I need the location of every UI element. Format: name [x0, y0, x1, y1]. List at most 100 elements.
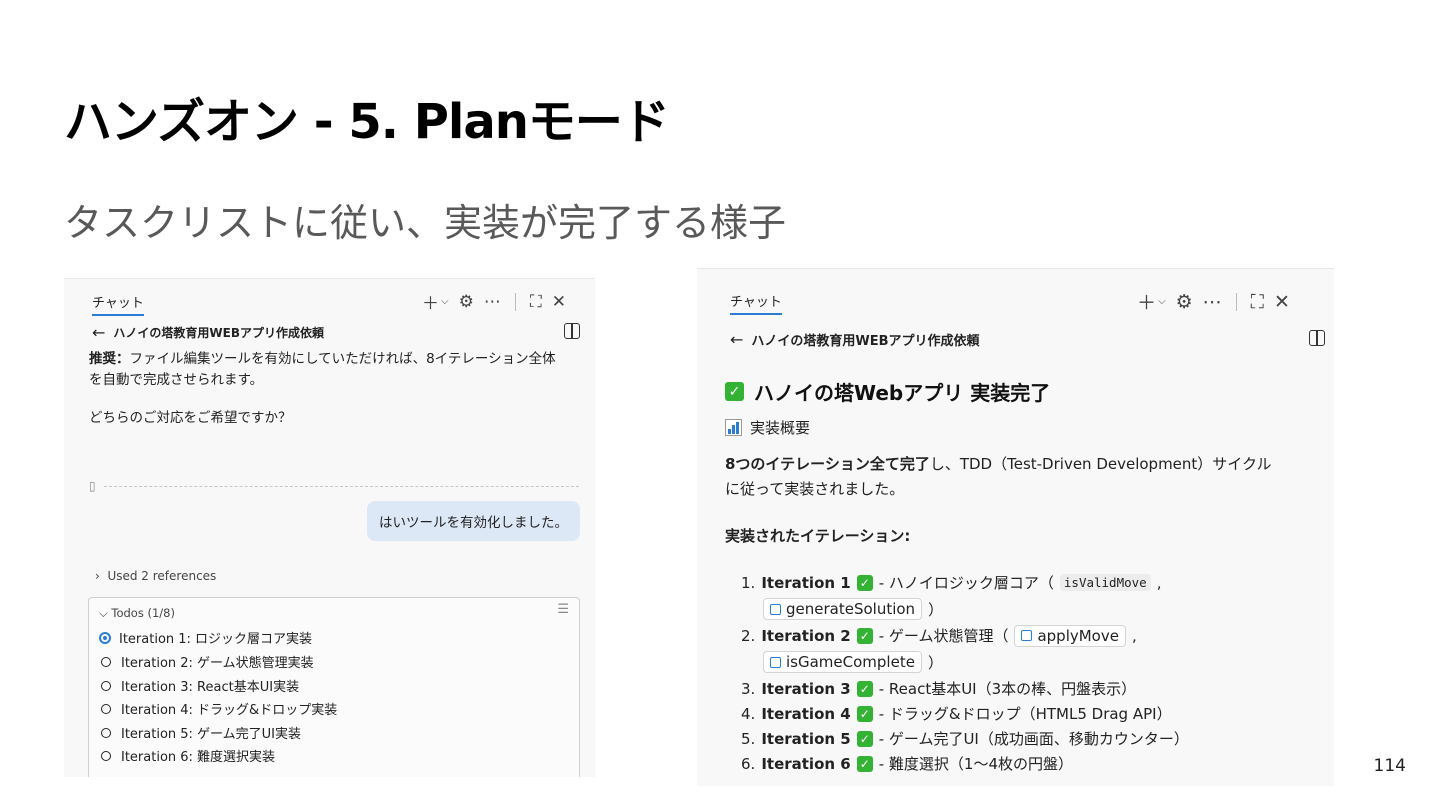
- slide-subtitle: タスクリストに従い、実装が完了する様子: [64, 201, 787, 245]
- summary-rest: し、TDD（Test-Driven Development）サイクル: [929, 455, 1272, 473]
- iteration-punct: ）: [927, 653, 943, 672]
- todo-label: Iteration 3: React基本UI実装: [121, 680, 300, 695]
- tab-chat[interactable]: チャット: [92, 292, 144, 316]
- pending-circle-icon: [101, 703, 111, 714]
- more-icon[interactable]: ⋯: [484, 292, 501, 312]
- summary-line-2: に従って実装されました。: [725, 480, 905, 498]
- breadcrumb: ← ハノイの塔教育用WEBアプリ作成依頼: [92, 323, 324, 342]
- iteration-number: 2.: [741, 626, 756, 645]
- todo-label: Iteration 6: 難度選択実装: [121, 750, 276, 765]
- back-arrow-icon[interactable]: ←: [92, 323, 105, 342]
- collapse-list-icon[interactable]: ☰: [557, 602, 569, 617]
- bar-chart-icon: [725, 419, 742, 436]
- gear-icon[interactable]: ⚙: [459, 292, 474, 312]
- check-mark-icon: ✓: [856, 627, 873, 644]
- dashed-line: [103, 485, 579, 487]
- iteration-name: Iteration 4: [761, 704, 851, 723]
- chat-toolbar: ＋ ⌵ ⚙ ⋯ ⛶ ✕: [1137, 288, 1290, 315]
- question-text: どちらのご対応をご希望ですか？: [89, 410, 292, 426]
- page-number: 114: [1373, 756, 1406, 776]
- symbol-icon: [1021, 630, 1033, 641]
- iteration-punct: ,: [1131, 626, 1137, 645]
- iteration-item: 4. Iteration 4 ✓ - ドラッグ&ドロップ（HTML5 Drag …: [741, 701, 1331, 726]
- more-icon[interactable]: ⋯: [1203, 291, 1222, 313]
- recommend-text: ファイル編集ツールを有効にしていただければ、8イテレーション全体: [129, 351, 556, 367]
- iteration-item: 3. Iteration 3 ✓ - React基本UI（3本の棒、円盤表示）: [741, 676, 1331, 701]
- check-mark-icon: ✓: [856, 680, 873, 697]
- symbol-reference[interactable]: generateSolution: [763, 598, 923, 620]
- symbol-reference[interactable]: isGameComplete: [763, 651, 922, 673]
- symbol-label: applyMove: [1037, 626, 1119, 645]
- todo-label: Iteration 4: ドラッグ&ドロップ実装: [121, 703, 338, 718]
- gear-icon[interactable]: ⚙: [1176, 291, 1193, 313]
- pending-circle-icon: [101, 750, 111, 761]
- close-icon[interactable]: ✕: [1274, 291, 1290, 313]
- close-icon[interactable]: ✕: [552, 292, 566, 312]
- panel-layout-icon[interactable]: [564, 323, 580, 339]
- summary-heading: 実装概要: [725, 417, 810, 438]
- iteration-desc: - 難度選択（1〜4枚の円盤）: [878, 755, 1073, 773]
- todos-header[interactable]: ⌵ Todos (1/8): [99, 606, 175, 621]
- pending-circle-icon: [101, 656, 111, 667]
- chat-toolbar: ＋ ⌵ ⚙ ⋯ ⛶ ✕: [422, 289, 566, 315]
- iteration-number: 1.: [741, 573, 756, 592]
- iteration-desc: - ハノイロジック層コア（: [878, 574, 1054, 592]
- new-chat-icon[interactable]: ＋: [422, 289, 439, 314]
- chevron-right-icon: ›: [95, 569, 100, 583]
- iteration-name: Iteration 1: [761, 573, 851, 592]
- right-chat-panel: チャット ＋ ⌵ ⚙ ⋯ ⛶ ✕ ← ハノイの塔教育用WEBアプリ作成依頼 ✓ ハ…: [697, 268, 1334, 786]
- heading-text: ハノイの塔Webアプリ 実装完了: [754, 381, 1051, 405]
- iterations-section-title: 実装されたイテレーション:: [725, 527, 911, 545]
- iteration-item: 2. Iteration 2 ✓ - ゲーム状態管理（ applyMove,: [741, 623, 1331, 648]
- iteration-name: Iteration 2: [761, 626, 851, 645]
- chevron-down-icon[interactable]: ⌵: [441, 296, 449, 307]
- todo-label: Iteration 1: ロジック層コア実装: [119, 632, 313, 647]
- maximize-icon[interactable]: ⛶: [1251, 291, 1264, 313]
- iteration-continuation: generateSolution ）: [741, 595, 1331, 623]
- todo-label: Iteration 5: ゲーム完了UI実装: [121, 727, 302, 742]
- pending-circle-icon: [101, 727, 111, 738]
- iteration-item: 5. Iteration 5 ✓ - ゲーム完了UI（成功画面、移動カウンター）: [741, 726, 1331, 751]
- bookmark-icon[interactable]: ▯: [89, 479, 96, 493]
- panel-layout-icon[interactable]: [1309, 330, 1325, 346]
- back-arrow-icon[interactable]: ←: [730, 330, 743, 349]
- tab-chat[interactable]: チャット: [730, 291, 782, 315]
- maximize-icon[interactable]: ⛶: [530, 292, 542, 312]
- iteration-desc: - ドラッグ&ドロップ（HTML5 Drag API）: [878, 705, 1172, 723]
- in-progress-radio-icon: [99, 631, 111, 644]
- todo-item: Iteration 6: 難度選択実装: [99, 746, 275, 765]
- todo-label: Iteration 2: ゲーム状態管理実装: [121, 656, 314, 671]
- check-mark-icon: ✓: [856, 705, 873, 722]
- iteration-name: Iteration 3: [761, 679, 851, 698]
- iteration-name: Iteration 5: [761, 729, 851, 748]
- toolbar-divider: [514, 292, 516, 311]
- symbol-reference[interactable]: applyMove: [1014, 624, 1126, 647]
- used-references[interactable]: › Used 2 references: [95, 569, 216, 583]
- iteration-punct: ）: [928, 600, 944, 619]
- todos-box: ⌵ Todos (1/8) ☰ Iteration 1: ロジック層コア実装 I…: [88, 597, 580, 777]
- iteration-desc: - React基本UI（3本の棒、円盤表示）: [878, 680, 1137, 698]
- todo-item: Iteration 4: ドラッグ&ドロップ実装: [99, 699, 337, 718]
- recommend-message: 推奨：ファイル編集ツールを有効にしていただければ、8イテレーション全体 を自動で…: [89, 349, 556, 391]
- iteration-number: 3.: [741, 679, 756, 698]
- recommend-label: 推奨：: [89, 351, 130, 367]
- check-mark-icon: ✓: [856, 574, 873, 591]
- iterations-list: 1. Iteration 1 ✓ - ハノイロジック層コア（ isValidMov…: [741, 570, 1331, 776]
- iteration-item: 1. Iteration 1 ✓ - ハノイロジック層コア（ isValidMov…: [741, 570, 1331, 595]
- todo-item: Iteration 5: ゲーム完了UI実装: [99, 723, 301, 742]
- pending-circle-icon: [101, 680, 111, 691]
- iteration-desc: - ゲーム状態管理（: [878, 627, 1009, 645]
- iteration-number: 4.: [741, 704, 756, 723]
- check-mark-icon: ✓: [856, 730, 873, 747]
- symbol-label: generateSolution: [786, 600, 916, 618]
- code-reference[interactable]: isValidMove: [1059, 574, 1151, 591]
- summary-bold: 8つのイテレーション全て完了: [725, 455, 930, 473]
- iteration-desc: - ゲーム完了UI（成功画面、移動カウンター）: [878, 730, 1189, 748]
- new-chat-icon[interactable]: ＋: [1137, 288, 1156, 315]
- iteration-item: 6. Iteration 6 ✓ - 難度選択（1〜4枚の円盤）: [741, 751, 1331, 776]
- message-divider: ▯: [89, 479, 579, 493]
- summary-paragraph: 8つのイテレーション全て完了し、TDD（Test-Driven Developm…: [725, 452, 1325, 502]
- todo-item: Iteration 2: ゲーム状態管理実装: [99, 652, 314, 671]
- recommend-text-2: を自動で完成させられます。: [89, 372, 264, 388]
- chevron-down-icon[interactable]: ⌵: [1158, 296, 1166, 307]
